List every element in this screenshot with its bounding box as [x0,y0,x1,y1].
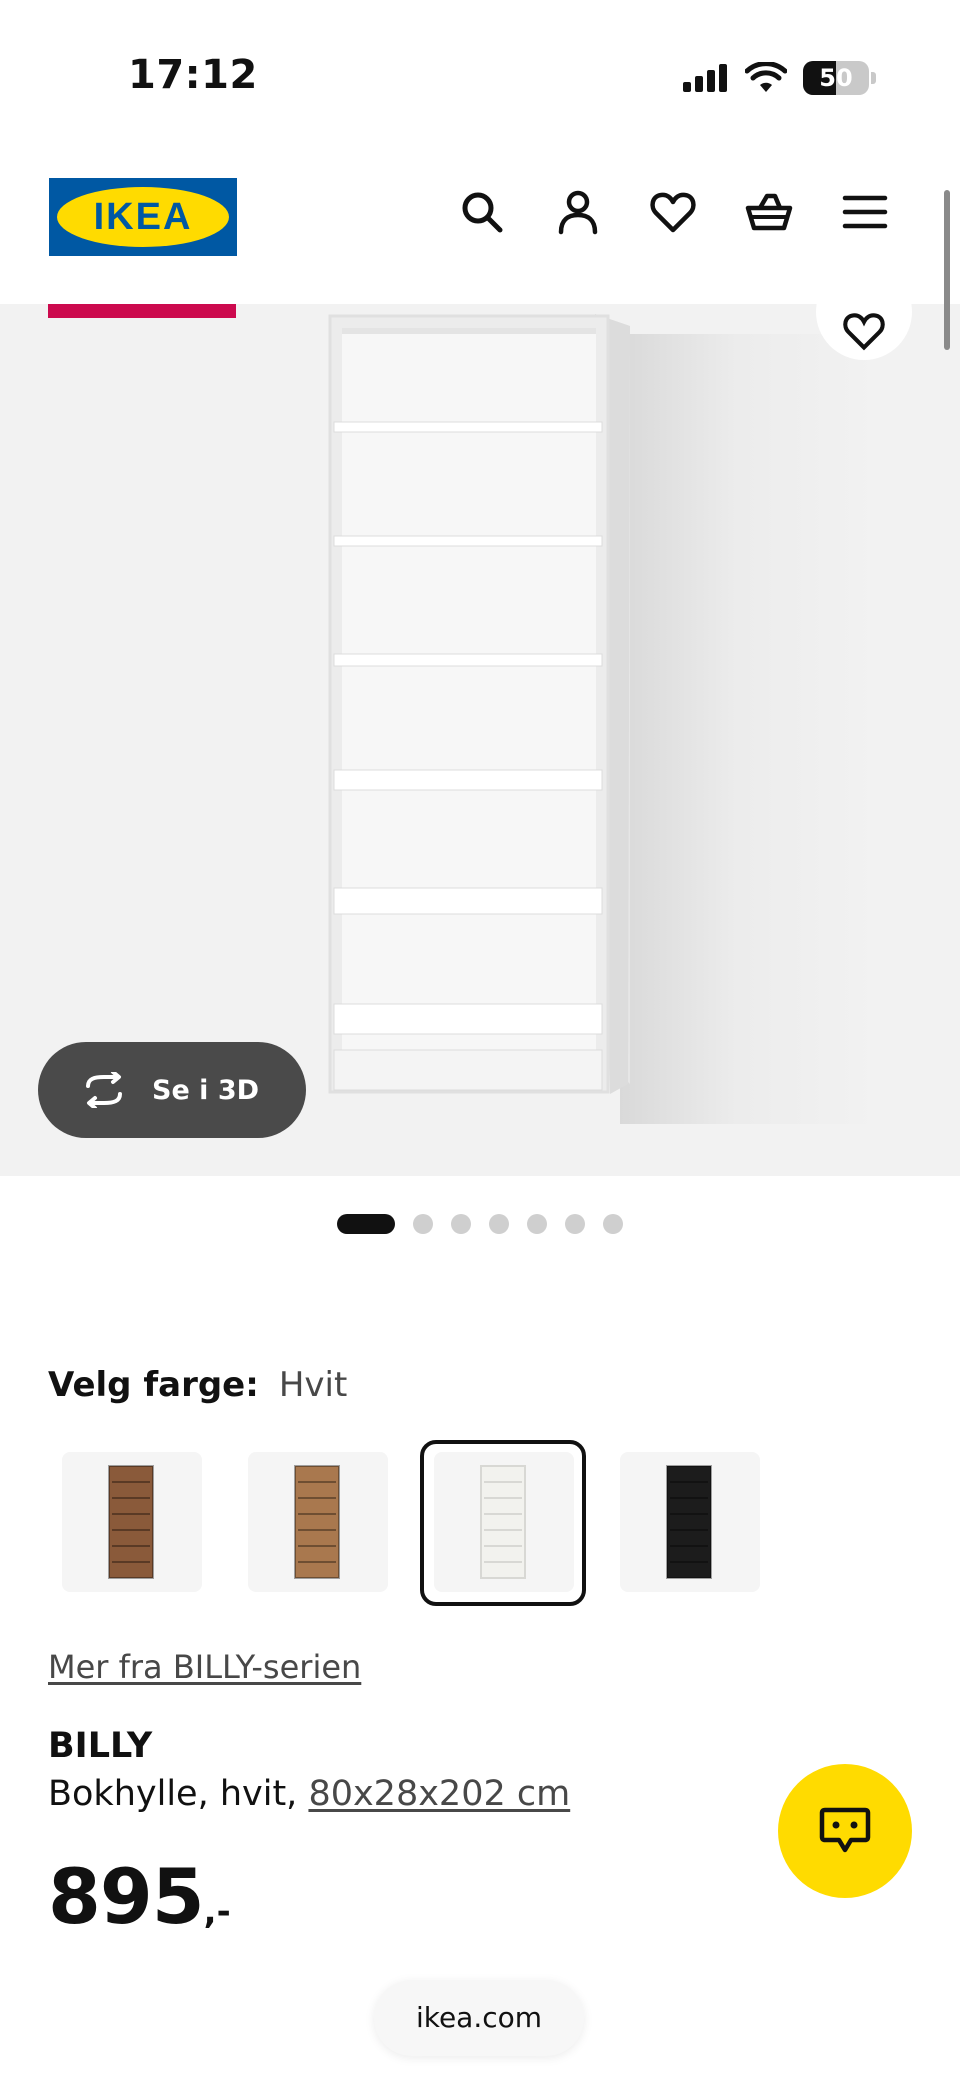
carousel-dot[interactable] [565,1214,585,1234]
product-type: Bokhylle, hvit, [48,1774,298,1814]
search-icon[interactable] [458,188,506,236]
status-icons: 50 [683,56,876,100]
price-value: 895 [48,1852,205,1941]
color-picker-heading: Velg farge: Hvit [48,1365,347,1405]
status-time: 17:12 [128,52,258,98]
chat-button[interactable] [778,1764,912,1898]
product-price: 895 ,- [48,1852,231,1941]
carousel-dot[interactable] [489,1214,509,1234]
price-suffix: ,- [203,1892,231,1932]
browser-url-bar[interactable]: ikea.com [374,1980,584,2056]
favorites-icon[interactable] [649,188,697,236]
site-header: IKEA [0,150,960,304]
ikea-logo[interactable]: IKEA [49,178,237,256]
status-bar: 17:12 50 [0,0,960,150]
bookcase-shadow [620,334,880,1124]
carousel-dot[interactable] [527,1214,547,1234]
logo-text: IKEA [93,196,193,238]
wifi-icon [745,62,787,92]
color-label: Velg farge: [48,1365,259,1405]
promo-badge [48,304,236,318]
menu-icon[interactable] [841,188,889,236]
bookcase-thumbnail [666,1465,712,1579]
carousel-dot[interactable] [603,1214,623,1234]
bookcase-thumbnail [480,1465,526,1579]
account-icon[interactable] [554,188,602,236]
cart-icon[interactable] [745,188,793,236]
page-scrollbar[interactable] [944,190,950,350]
product-image-gallery[interactable]: Se i 3D [0,304,960,1176]
battery-tip [871,72,876,84]
bookcase-image [328,314,630,1094]
carousel-dot[interactable] [451,1214,471,1234]
color-swatch[interactable] [62,1452,202,1592]
series-link[interactable]: Mer fra BILLY-serien [48,1648,361,1686]
selected-color: Hvit [278,1365,348,1405]
heart-icon [843,313,885,351]
rotate-3d-icon [86,1072,122,1108]
color-swatch[interactable] [248,1452,388,1592]
battery-percent: 50 [819,64,853,92]
bookcase-thumbnail [294,1465,340,1579]
product-dimensions-link[interactable]: 80x28x202 cm [308,1774,570,1814]
cellular-signal-icon [683,64,727,92]
view-in-3d-button[interactable]: Se i 3D [38,1042,306,1138]
carousel-dot[interactable] [337,1214,395,1234]
product-name: BILLY [48,1726,153,1766]
product-description: Bokhylle, hvit, 80x28x202 cm [48,1774,570,1814]
chat-icon [819,1807,871,1853]
color-swatch[interactable] [434,1452,574,1592]
battery-icon: 50 [803,61,869,95]
carousel-pagination[interactable] [0,1212,960,1236]
view-in-3d-label: Se i 3D [152,1074,260,1106]
carousel-dot[interactable] [413,1214,433,1234]
bookcase-thumbnail [108,1465,154,1579]
color-swatch[interactable] [620,1452,760,1592]
